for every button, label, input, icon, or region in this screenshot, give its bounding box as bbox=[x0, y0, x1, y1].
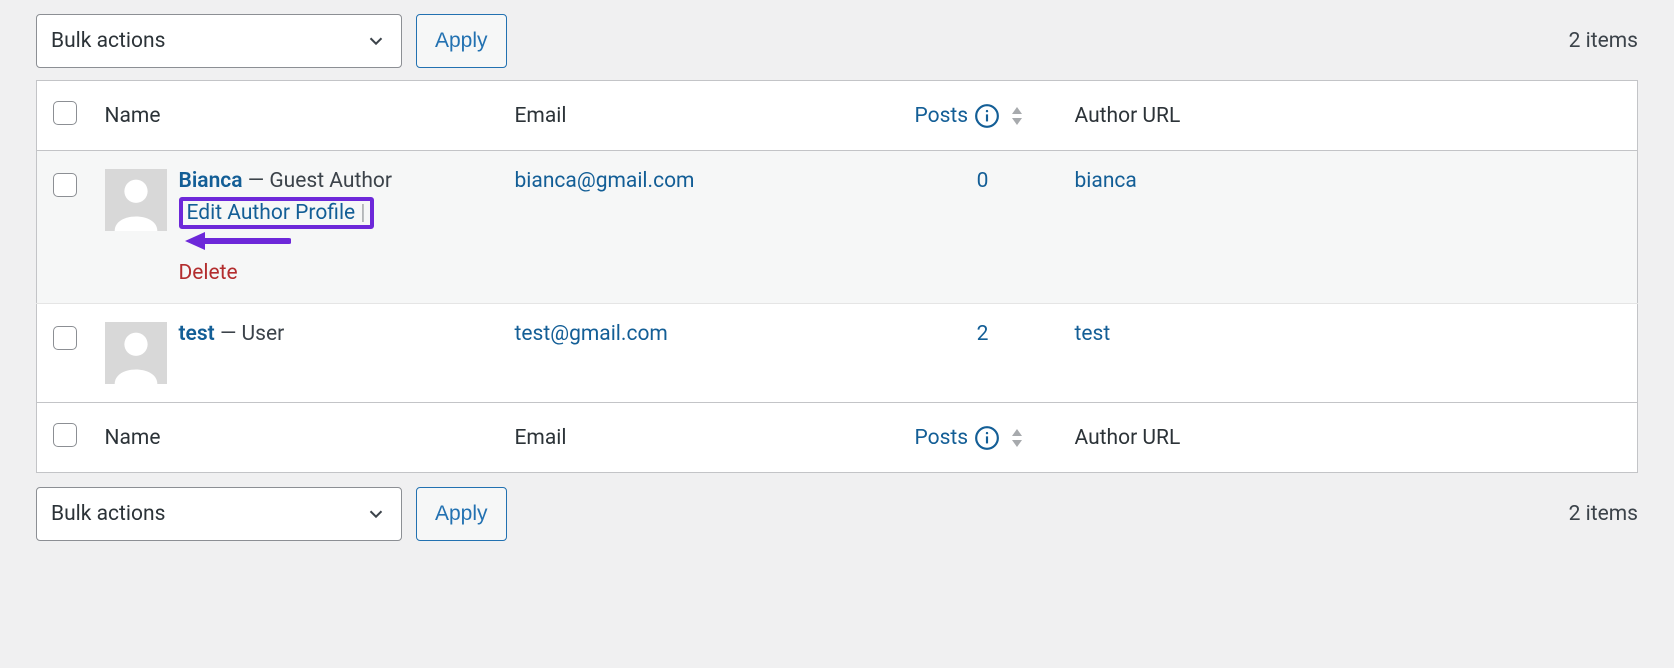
apply-button[interactable]: Apply bbox=[416, 14, 507, 68]
authors-table: Name Email Posts Author URL bbox=[36, 80, 1638, 473]
tablenav-bottom: Bulk actions Apply 2 items bbox=[36, 473, 1638, 553]
posts-count-link[interactable]: 0 bbox=[977, 169, 989, 193]
table-row: test — User test@gmail.com 2 test bbox=[37, 304, 1638, 403]
col-posts-label-footer: Posts bbox=[915, 426, 969, 450]
delete-link[interactable]: Delete bbox=[179, 261, 491, 285]
separator: | bbox=[360, 201, 365, 225]
sort-arrows-icon bbox=[1010, 428, 1024, 448]
row-actions: Edit Author Profile | Delete bbox=[179, 197, 491, 285]
col-name-footer[interactable]: Name bbox=[105, 426, 161, 450]
table-row: Bianca — Guest Author Edit Author Profil… bbox=[37, 151, 1638, 304]
chevron-down-icon bbox=[365, 503, 387, 525]
row-checkbox[interactable] bbox=[53, 173, 77, 197]
avatar-icon bbox=[105, 322, 167, 384]
col-email-footer[interactable]: Email bbox=[515, 426, 567, 450]
sort-arrows-icon bbox=[1010, 106, 1024, 126]
tablenav-top: Bulk actions Apply 2 items bbox=[36, 0, 1638, 80]
info-icon[interactable] bbox=[974, 103, 1000, 129]
author-role: Guest Author bbox=[269, 169, 392, 193]
bulk-actions-label: Bulk actions bbox=[51, 29, 165, 53]
author-email-link[interactable]: test@gmail.com bbox=[515, 322, 668, 346]
col-posts-header[interactable]: Posts bbox=[915, 103, 1025, 129]
col-posts-footer[interactable]: Posts bbox=[915, 425, 1025, 451]
edit-author-link[interactable]: Edit Author Profile bbox=[187, 201, 356, 225]
bulk-actions-group: Bulk actions Apply bbox=[36, 14, 507, 68]
bulk-actions-label-bottom: Bulk actions bbox=[51, 502, 165, 526]
row-checkbox[interactable] bbox=[53, 326, 77, 350]
author-url-link[interactable]: test bbox=[1075, 322, 1111, 346]
author-url-link[interactable]: bianca bbox=[1075, 169, 1137, 193]
select-all-checkbox-footer[interactable] bbox=[53, 423, 77, 447]
chevron-down-icon bbox=[365, 30, 387, 52]
items-count: 2 items bbox=[1569, 29, 1638, 53]
select-all-checkbox[interactable] bbox=[53, 101, 77, 125]
annotation-highlight: Edit Author Profile | bbox=[179, 197, 374, 229]
annotation-arrow-icon bbox=[183, 229, 291, 253]
info-icon[interactable] bbox=[974, 425, 1000, 451]
col-url-header[interactable]: Author URL bbox=[1075, 104, 1181, 128]
posts-count-link[interactable]: 2 bbox=[977, 322, 989, 346]
author-name-link[interactable]: test bbox=[179, 322, 215, 346]
avatar-icon bbox=[105, 169, 167, 231]
col-url-footer[interactable]: Author URL bbox=[1075, 426, 1181, 450]
bulk-actions-select-bottom[interactable]: Bulk actions bbox=[36, 487, 402, 541]
col-email-header[interactable]: Email bbox=[515, 104, 567, 128]
apply-button-bottom[interactable]: Apply bbox=[416, 487, 507, 541]
col-posts-label: Posts bbox=[915, 104, 969, 128]
author-role: User bbox=[242, 322, 285, 346]
author-name-link[interactable]: Bianca bbox=[179, 169, 243, 193]
dash: — bbox=[248, 169, 270, 193]
col-name-header[interactable]: Name bbox=[105, 104, 161, 128]
bulk-actions-group-bottom: Bulk actions Apply bbox=[36, 487, 507, 541]
dash: — bbox=[220, 322, 242, 346]
items-count-bottom: 2 items bbox=[1569, 502, 1638, 526]
bulk-actions-select[interactable]: Bulk actions bbox=[36, 14, 402, 68]
author-email-link[interactable]: bianca@gmail.com bbox=[515, 169, 695, 193]
